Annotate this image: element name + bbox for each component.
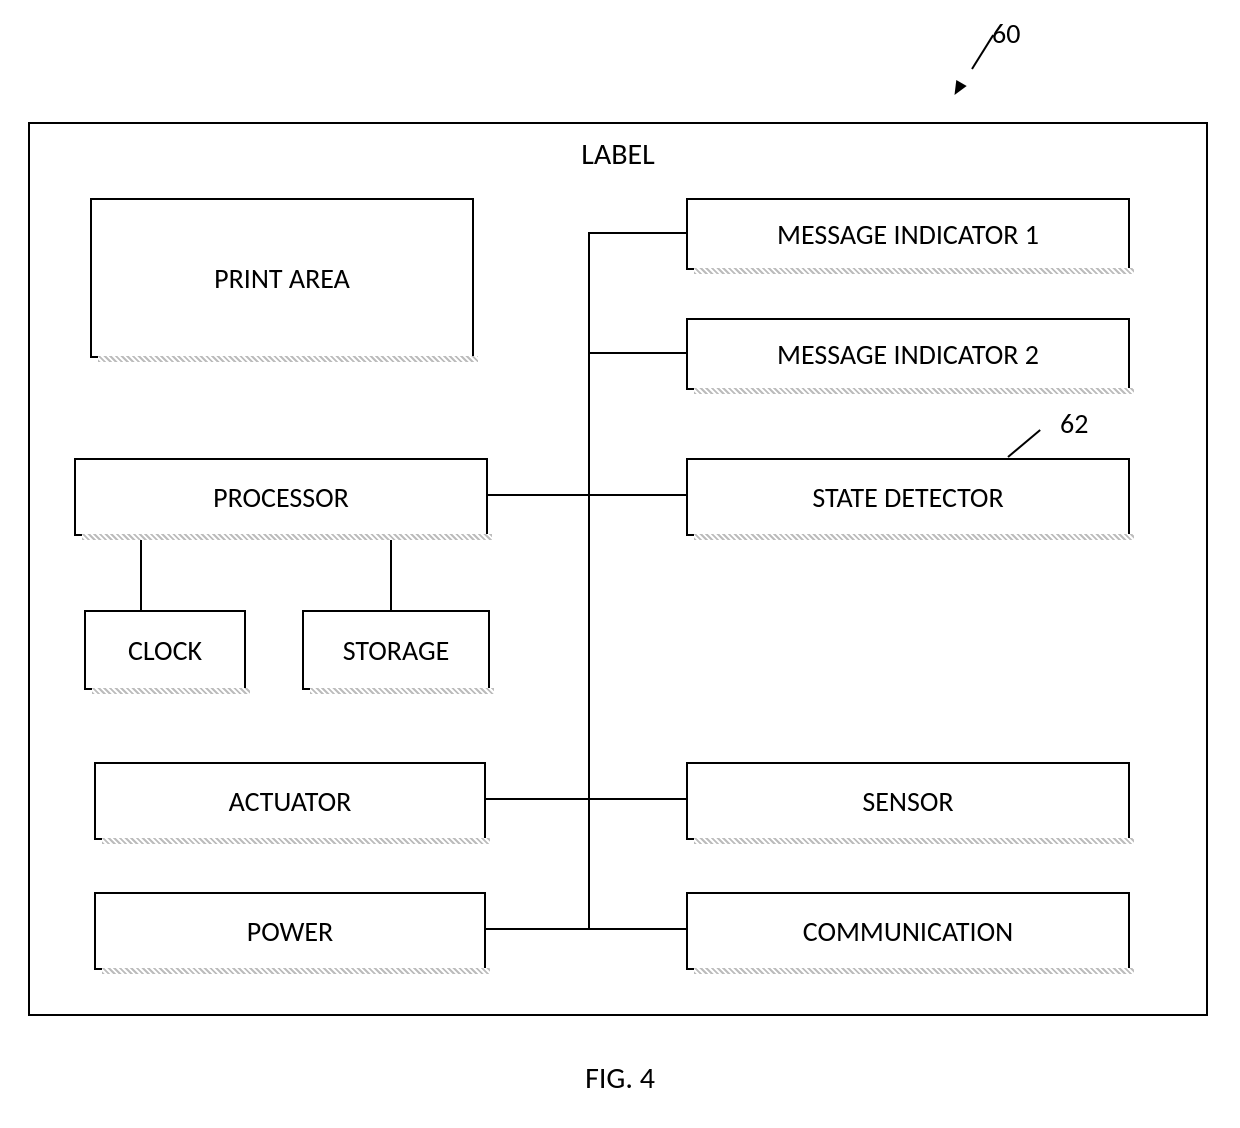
block-clock: CLOCK (84, 610, 246, 690)
outer-title: LABEL (30, 136, 1206, 173)
bus-vertical (588, 232, 590, 930)
block-processor: PROCESSOR (74, 458, 488, 536)
line-bus-sensor (588, 798, 686, 800)
label-power: POWER (247, 914, 334, 949)
label-sensor: SENSOR (862, 784, 953, 819)
block-power: POWER (94, 892, 486, 970)
line-bus-msg2 (588, 352, 686, 354)
ref-60-arrow-head (949, 80, 966, 98)
figure-caption: FIG. 4 (0, 1060, 1240, 1097)
block-communication: COMMUNICATION (686, 892, 1130, 970)
block-storage: STORAGE (302, 610, 490, 690)
label-print-area: PRINT AREA (214, 261, 350, 296)
line-proc-storage (390, 534, 392, 610)
ref-60-arrow-line (971, 35, 994, 70)
line-bus-comm (588, 928, 686, 930)
ref-60: 60 (992, 16, 1020, 51)
label-communication: COMMUNICATION (803, 914, 1013, 949)
block-actuator: ACTUATOR (94, 762, 486, 840)
block-print-area: PRINT AREA (90, 198, 474, 358)
label-msg1: MESSAGE INDICATOR 1 (777, 217, 1039, 252)
block-msg2: MESSAGE INDICATOR 2 (686, 318, 1130, 390)
block-state-detector: STATE DETECTOR (686, 458, 1130, 536)
label-clock: CLOCK (128, 633, 202, 668)
line-power-bus (484, 928, 590, 930)
label-processor: PROCESSOR (213, 480, 349, 515)
label-msg2: MESSAGE INDICATOR 2 (777, 337, 1039, 372)
label-actuator: ACTUATOR (229, 784, 352, 819)
diagram-stage: 60 LABEL PRINT AREA PROCESSOR CLOCK STOR… (0, 0, 1240, 1128)
block-sensor: SENSOR (686, 762, 1130, 840)
line-bus-msg1 (588, 232, 686, 234)
block-msg1: MESSAGE INDICATOR 1 (686, 198, 1130, 270)
label-storage: STORAGE (343, 633, 450, 668)
line-bus-state (588, 494, 686, 496)
line-actuator-bus (484, 798, 590, 800)
line-processor-bus (486, 494, 588, 496)
line-proc-clock (140, 534, 142, 610)
ref-62: 62 (1060, 406, 1088, 441)
label-state-detector: STATE DETECTOR (812, 480, 1003, 515)
